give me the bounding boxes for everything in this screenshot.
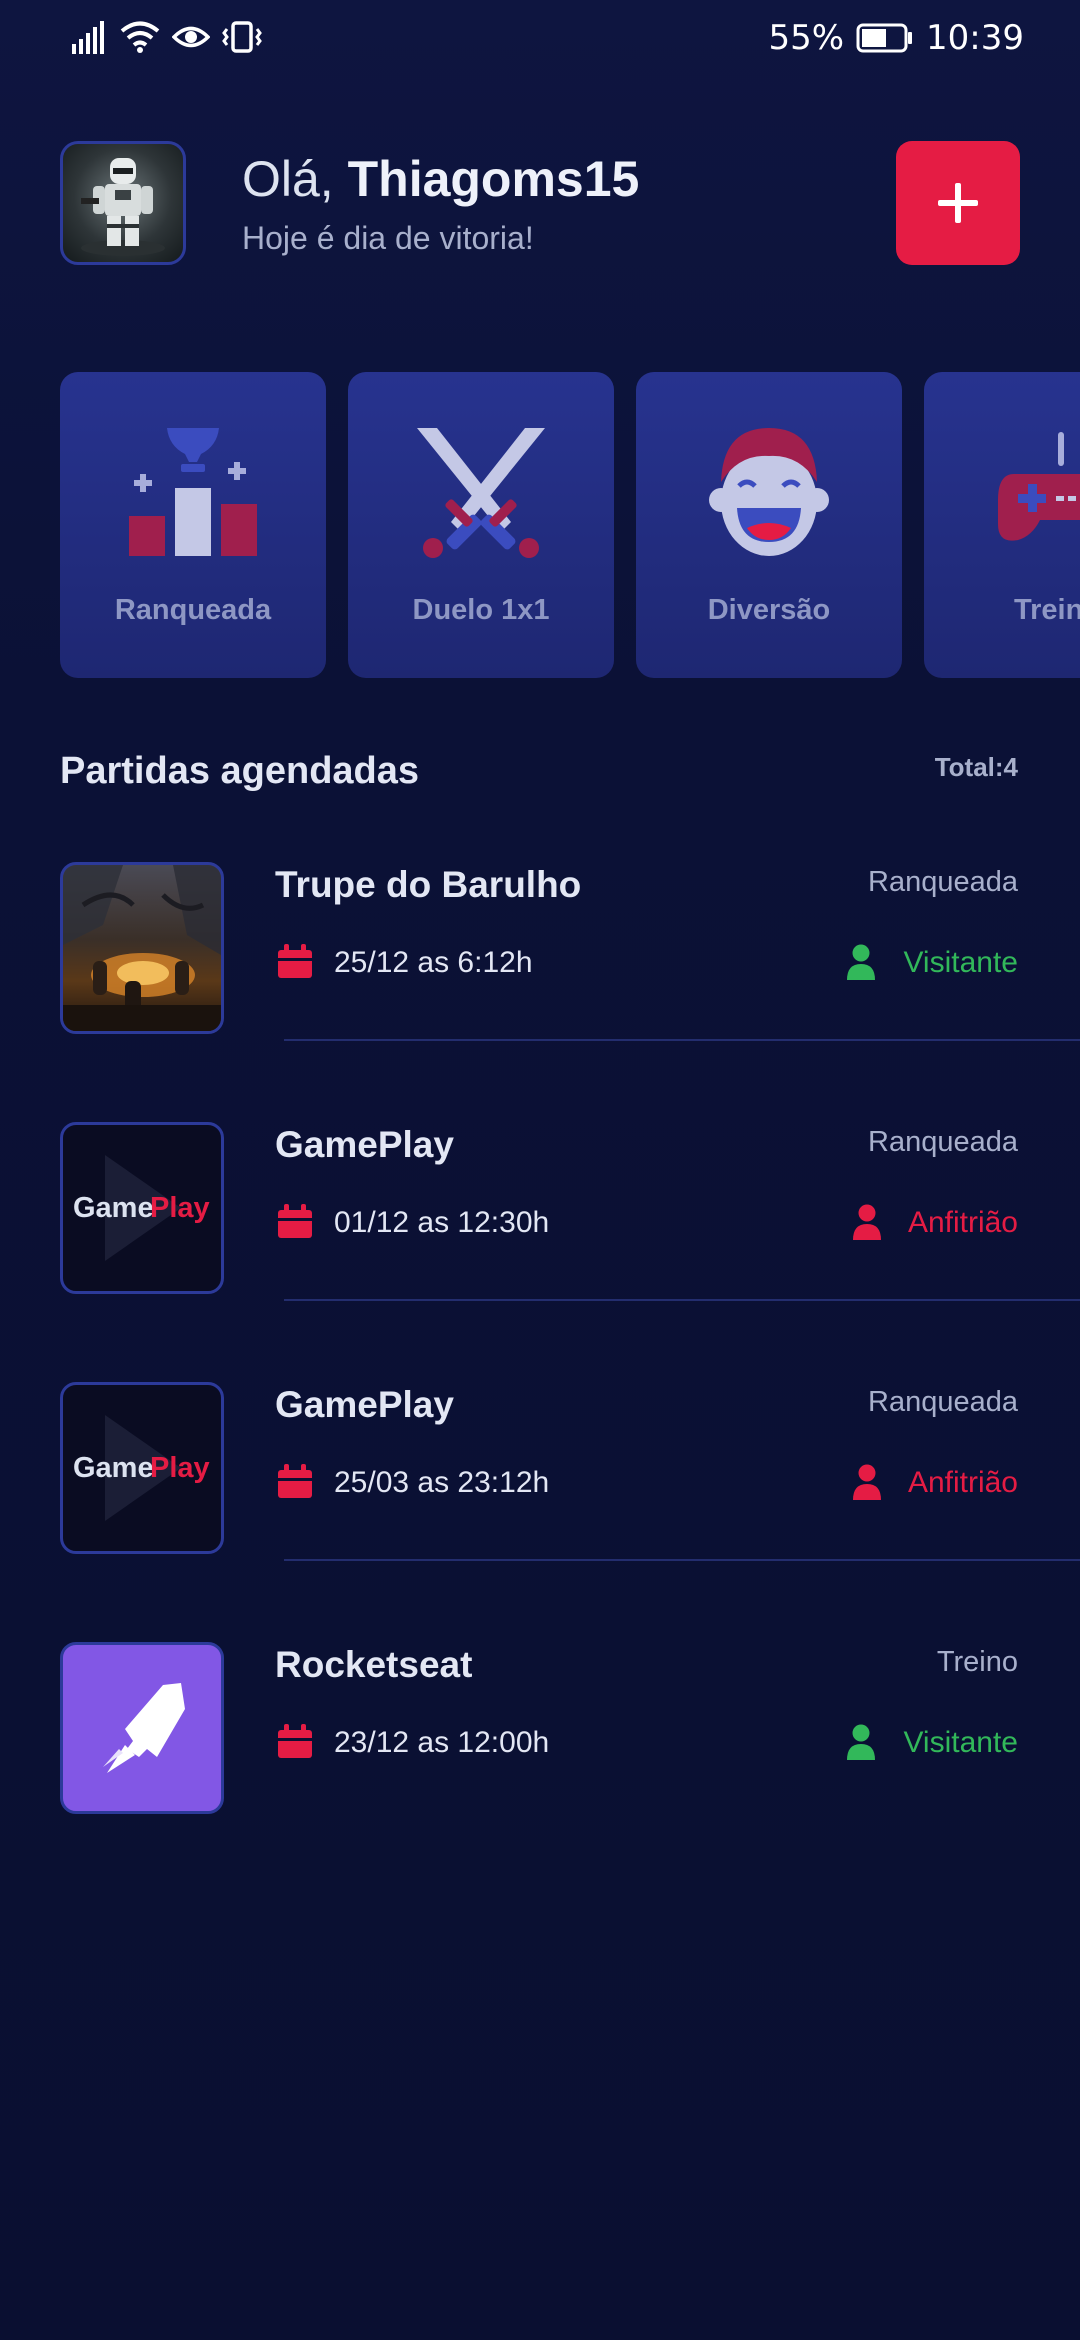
crossed-swords-icon: [417, 428, 545, 558]
greeting: Olá, Thiagoms15: [242, 150, 639, 208]
gamepad-icon: [998, 432, 1080, 541]
greeting-subtitle: Hoje é dia de vitoria!: [242, 220, 534, 256]
match-name: GamePlay: [275, 1384, 454, 1425]
match-name: GamePlay: [275, 1124, 454, 1165]
section-title: Partidas agendadas: [60, 750, 420, 792]
wifi-icon: [120, 21, 160, 53]
category-card-treino[interactable]: Treino: [924, 372, 1080, 678]
clock: 10:39: [926, 18, 1024, 58]
laughing-face-icon: [709, 428, 829, 556]
home-screen: 55% 10:39 Olá, Thiagoms15 Hoje é dia de …: [0, 0, 1080, 2340]
status-bar: 55% 10:39: [0, 0, 1080, 74]
visitor-user-icon: [847, 944, 875, 980]
match-role: Visitante: [903, 946, 1018, 979]
eye-icon: [172, 26, 210, 48]
category-card-duelo[interactable]: Duelo 1x1: [348, 372, 614, 678]
calendar-icon: [278, 1204, 312, 1238]
match-category: Ranqueada: [868, 866, 1018, 898]
stormtrooper-avatar-image: [81, 158, 165, 256]
match-thumbnail: [60, 1642, 224, 1814]
match-date: 25/03 as 23:12h: [334, 1466, 550, 1499]
match-date: 25/12 as 6:12h: [334, 946, 533, 979]
match-role: Visitante: [903, 1726, 1018, 1759]
host-user-icon: [853, 1204, 881, 1240]
match-category: Treino: [936, 1646, 1018, 1678]
match-name: Trupe do Barulho: [275, 864, 582, 905]
avatar[interactable]: [60, 141, 186, 265]
category-label: Ranqueada: [114, 594, 272, 626]
match-thumbnail: Game Play: [60, 1122, 224, 1294]
battery-percentage: 55%: [768, 18, 845, 58]
gameplay-logo: Game Play: [73, 1155, 210, 1261]
gameplay-logo: Game Play: [73, 1415, 210, 1521]
calendar-icon: [278, 1724, 312, 1758]
visitor-user-icon: [847, 1724, 875, 1760]
plus-icon: [938, 183, 978, 223]
ranked-podium-icon: [129, 428, 257, 556]
match-category: Ranqueada: [868, 1386, 1018, 1418]
match-date: 23/12 as 12:00h: [334, 1726, 550, 1759]
host-user-icon: [853, 1464, 881, 1500]
category-label: Diversão: [707, 594, 831, 626]
category-label: Treino: [1014, 594, 1080, 626]
match-name: Rocketseat: [275, 1644, 473, 1685]
gameplay-logo-text-game: Game: [73, 1452, 154, 1484]
match-item[interactable]: Game Play GamePlay Ranqueada 25/03 as 23…: [0, 1382, 1080, 1582]
gameplay-logo-text-game: Game: [73, 1192, 154, 1224]
divider: [284, 1559, 1080, 1561]
greeting-prefix: Olá,: [242, 151, 334, 207]
divider: [284, 1039, 1080, 1041]
category-label: Duelo 1x1: [412, 594, 550, 626]
add-match-button[interactable]: [896, 141, 1020, 265]
match-role: Anfitrião: [907, 1466, 1018, 1499]
match-date: 01/12 as 12:30h: [334, 1206, 550, 1239]
gameplay-logo-text-play: Play: [150, 1192, 210, 1224]
trupe-game-image: [63, 865, 221, 1031]
signal-icon: [72, 21, 104, 54]
match-thumbnail: [60, 862, 224, 1034]
match-item[interactable]: Trupe do Barulho Ranqueada 25/12 as 6:12…: [0, 862, 1080, 1062]
match-thumbnail: Game Play: [60, 1382, 224, 1554]
match-category: Ranqueada: [868, 1126, 1018, 1158]
divider: [284, 1299, 1080, 1301]
battery-icon: [856, 23, 913, 53]
category-card-ranqueada[interactable]: Ranqueada: [60, 372, 326, 678]
category-card-diversao[interactable]: Diversão: [636, 372, 902, 678]
username: Thiagoms15: [347, 151, 640, 207]
match-item[interactable]: Rocketseat Treino 23/12 as 12:00h Visita…: [0, 1642, 1080, 1842]
rocketseat-logo: [103, 1683, 185, 1773]
category-carousel[interactable]: Ranqueada Duelo 1x1 Diversão Trein: [60, 372, 1080, 678]
match-item[interactable]: Game Play GamePlay Ranqueada 01/12 as 12…: [0, 1122, 1080, 1322]
vibrate-icon: [222, 21, 262, 53]
calendar-icon: [278, 944, 312, 978]
matches-total: Total:4: [934, 752, 1018, 782]
calendar-icon: [278, 1464, 312, 1498]
gameplay-logo-text-play: Play: [150, 1452, 210, 1484]
match-role: Anfitrião: [907, 1206, 1018, 1239]
